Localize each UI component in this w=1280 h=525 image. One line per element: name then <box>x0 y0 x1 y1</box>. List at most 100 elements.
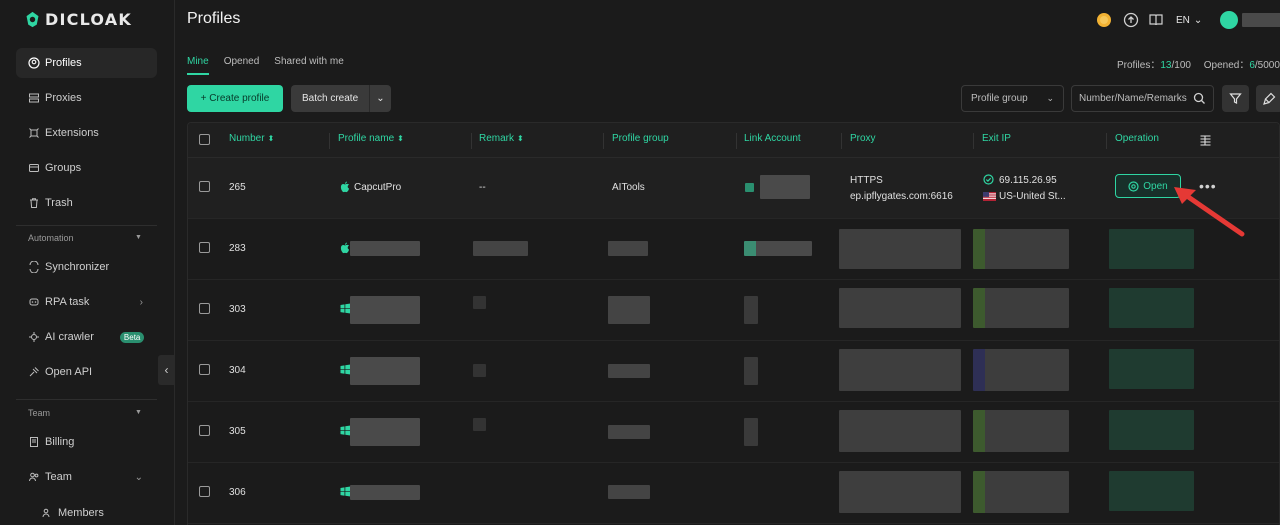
table-row[interactable]: 283 <box>188 219 1279 280</box>
profile-number: 304 <box>229 365 246 376</box>
redacted-remark <box>473 418 486 431</box>
profiles-total: /100 <box>1171 60 1191 71</box>
proxy-icon <box>27 91 41 105</box>
column-header-exit-ip: Exit IP <box>982 133 1011 144</box>
caret-down-icon[interactable]: ▼ <box>135 234 142 241</box>
redacted-exit-ip <box>973 229 1069 269</box>
row-checkbox[interactable] <box>199 486 210 497</box>
sidebar-item-groups[interactable]: Groups <box>16 153 157 183</box>
table-row[interactable]: 305 <box>188 402 1279 463</box>
column-divider <box>1106 133 1107 149</box>
redacted-group <box>608 296 650 324</box>
clear-button[interactable] <box>1256 85 1280 112</box>
batch-create-button[interactable]: Batch create ⌄ <box>291 85 391 112</box>
open-button-label: Open <box>1143 180 1168 192</box>
column-divider <box>973 133 974 149</box>
column-header-number[interactable]: Number ⬍ <box>229 133 274 144</box>
profile-stats: Profiles：13/100 Opened：6/50000 <box>1117 56 1280 71</box>
sidebar-item-team[interactable]: Team ⌄ <box>16 462 157 492</box>
column-header-profile-name[interactable]: Profile name ⬍ <box>338 133 404 144</box>
chevron-down-icon[interactable]: ⌄ <box>1194 15 1202 26</box>
exit-ip: 69.115.26.95 <box>999 175 1057 186</box>
upload-icon[interactable] <box>1123 12 1139 28</box>
row-checkbox[interactable] <box>199 425 210 436</box>
groups-icon <box>27 161 41 175</box>
apple-icon <box>340 181 350 196</box>
column-header-link-account: Link Account <box>744 133 801 144</box>
select-all-checkbox[interactable] <box>199 134 210 145</box>
book-icon[interactable] <box>1148 12 1164 28</box>
redacted-proxy <box>839 410 961 452</box>
sidebar-item-label: Proxies <box>45 92 82 104</box>
profile-group: AITools <box>612 182 645 193</box>
column-divider <box>471 133 472 149</box>
dicloak-logo-icon <box>26 11 39 27</box>
opened-total: /50000 <box>1254 60 1280 71</box>
sidebar-item-label: Members <box>58 507 104 519</box>
sidebar-item-label: Profiles <box>45 57 82 69</box>
row-checkbox[interactable] <box>199 303 210 314</box>
row-checkbox[interactable] <box>199 364 210 375</box>
sidebar-item-synchronizer[interactable]: Synchronizer <box>16 252 157 282</box>
column-header-remark[interactable]: Remark ⬍ <box>479 133 524 144</box>
sidebar-item-extensions[interactable]: Extensions <box>16 118 157 148</box>
link-account-redacted <box>760 175 810 199</box>
search-input[interactable]: Number/Name/Remarks <box>1071 85 1214 112</box>
caret-down-icon[interactable]: ▼ <box>135 409 142 416</box>
app-window: DICLOAK Profiles Proxies Extensions Grou… <box>0 0 1280 525</box>
sort-icon[interactable]: ⬍ <box>397 134 404 143</box>
profiles-label: Profiles： <box>1117 60 1161 71</box>
sidebar-item-rpa[interactable]: RPA task › <box>16 287 157 317</box>
sidebar-item-open-api[interactable]: Open API <box>16 357 157 387</box>
sidebar-item-ai-crawler[interactable]: AI crawler Beta <box>16 322 157 352</box>
search-placeholder: Number/Name/Remarks <box>1079 93 1187 104</box>
sidebar-item-proxies[interactable]: Proxies <box>16 83 157 113</box>
profile-group-select[interactable]: Profile group ⌄ <box>961 85 1064 112</box>
column-divider <box>329 133 330 149</box>
filter-button[interactable] <box>1222 85 1249 112</box>
tab-opened[interactable]: Opened <box>224 56 260 75</box>
sidebar-collapse-button[interactable]: ‹ <box>158 355 175 385</box>
redacted-group <box>608 425 650 439</box>
sort-icon[interactable]: ⬍ <box>517 134 524 143</box>
chevron-down-icon: ⌄ <box>134 471 143 483</box>
profile-name[interactable]: CapcutPro <box>354 182 401 193</box>
chrome-icon <box>1128 180 1139 192</box>
brush-icon <box>1263 92 1276 105</box>
coin-icon[interactable] <box>1096 12 1112 28</box>
tab-shared[interactable]: Shared with me <box>274 56 343 75</box>
sidebar-item-trash[interactable]: Trash <box>16 188 157 218</box>
chevron-down-icon[interactable]: ⌄ <box>370 93 391 104</box>
redacted-name <box>350 418 420 446</box>
redacted-proxy <box>839 471 961 513</box>
sidebar-item-members[interactable]: Members <box>16 498 157 525</box>
create-profile-button[interactable]: + Create profile <box>187 85 283 112</box>
redacted-link-account <box>744 418 758 446</box>
section-label-team: Team <box>28 408 51 418</box>
logo-text: DICLOAK <box>45 9 132 29</box>
table-row[interactable]: 265 CapcutPro -- AITools HTTPS ep.ipflyg… <box>188 158 1279 219</box>
sort-icon[interactable]: ⬍ <box>268 134 275 143</box>
api-icon <box>27 365 41 379</box>
table-row[interactable]: 306 <box>188 463 1279 524</box>
table-row[interactable]: 304 <box>188 341 1279 402</box>
account-name-redacted <box>1242 13 1280 27</box>
tab-mine[interactable]: Mine <box>187 56 209 75</box>
search-icon[interactable] <box>1193 92 1206 105</box>
sidebar-item-label: Trash <box>45 197 73 209</box>
language-selector[interactable]: EN <box>1176 15 1190 26</box>
sidebar-item-label: AI crawler <box>45 331 94 343</box>
header-actions: EN ⌄ <box>1096 10 1280 30</box>
chevron-left-icon: ‹ <box>164 363 169 377</box>
row-checkbox[interactable] <box>199 181 210 192</box>
sidebar-item-profiles[interactable]: Profiles <box>16 48 157 78</box>
column-settings-icon[interactable] <box>1199 134 1212 147</box>
column-header-operation: Operation <box>1115 133 1159 144</box>
table-row[interactable]: 303 <box>188 280 1279 341</box>
sidebar-item-billing[interactable]: Billing <box>16 427 157 457</box>
sync-icon <box>27 260 41 274</box>
avatar[interactable] <box>1220 11 1239 29</box>
redacted-exit-ip <box>973 410 1069 452</box>
row-checkbox[interactable] <box>199 242 210 253</box>
column-divider <box>736 133 737 149</box>
